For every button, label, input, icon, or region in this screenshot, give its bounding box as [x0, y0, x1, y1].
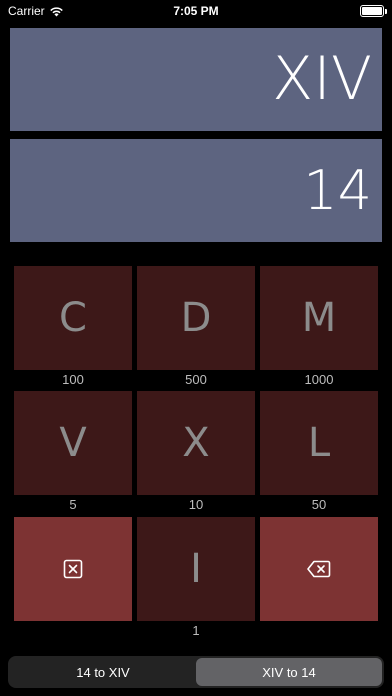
key-i[interactable]: I	[137, 517, 255, 621]
key-m[interactable]: M	[260, 266, 378, 370]
mode-segmented-control: 14 to XIV XIV to 14	[8, 656, 384, 688]
backspace-button[interactable]	[260, 517, 378, 621]
key-l[interactable]: L	[260, 391, 378, 495]
key-d-value: 500	[185, 372, 207, 387]
key-c-value: 100	[62, 372, 84, 387]
battery-icon	[360, 5, 387, 17]
key-m-value: 1000	[304, 372, 334, 387]
key-x-value: 10	[188, 497, 204, 512]
status-time: 7:05 PM	[173, 4, 219, 18]
backspace-icon	[307, 560, 331, 578]
key-i-value: 1	[192, 623, 200, 638]
key-d[interactable]: D	[137, 266, 255, 370]
segment-roman-to-arabic[interactable]: XIV to 14	[196, 658, 382, 686]
key-v-value: 5	[69, 497, 77, 512]
key-v[interactable]: V	[14, 391, 132, 495]
clear-box-x-icon	[63, 559, 83, 579]
segment-arabic-to-roman[interactable]: 14 to XIV	[10, 658, 196, 686]
roman-display: XIV	[10, 28, 382, 131]
clear-button[interactable]	[14, 517, 132, 621]
key-x[interactable]: X	[137, 391, 255, 495]
status-bar: Carrier 7:05 PM	[0, 0, 392, 24]
key-l-value: 50	[311, 497, 327, 512]
key-c[interactable]: C	[14, 266, 132, 370]
arabic-display: 14	[10, 139, 382, 242]
